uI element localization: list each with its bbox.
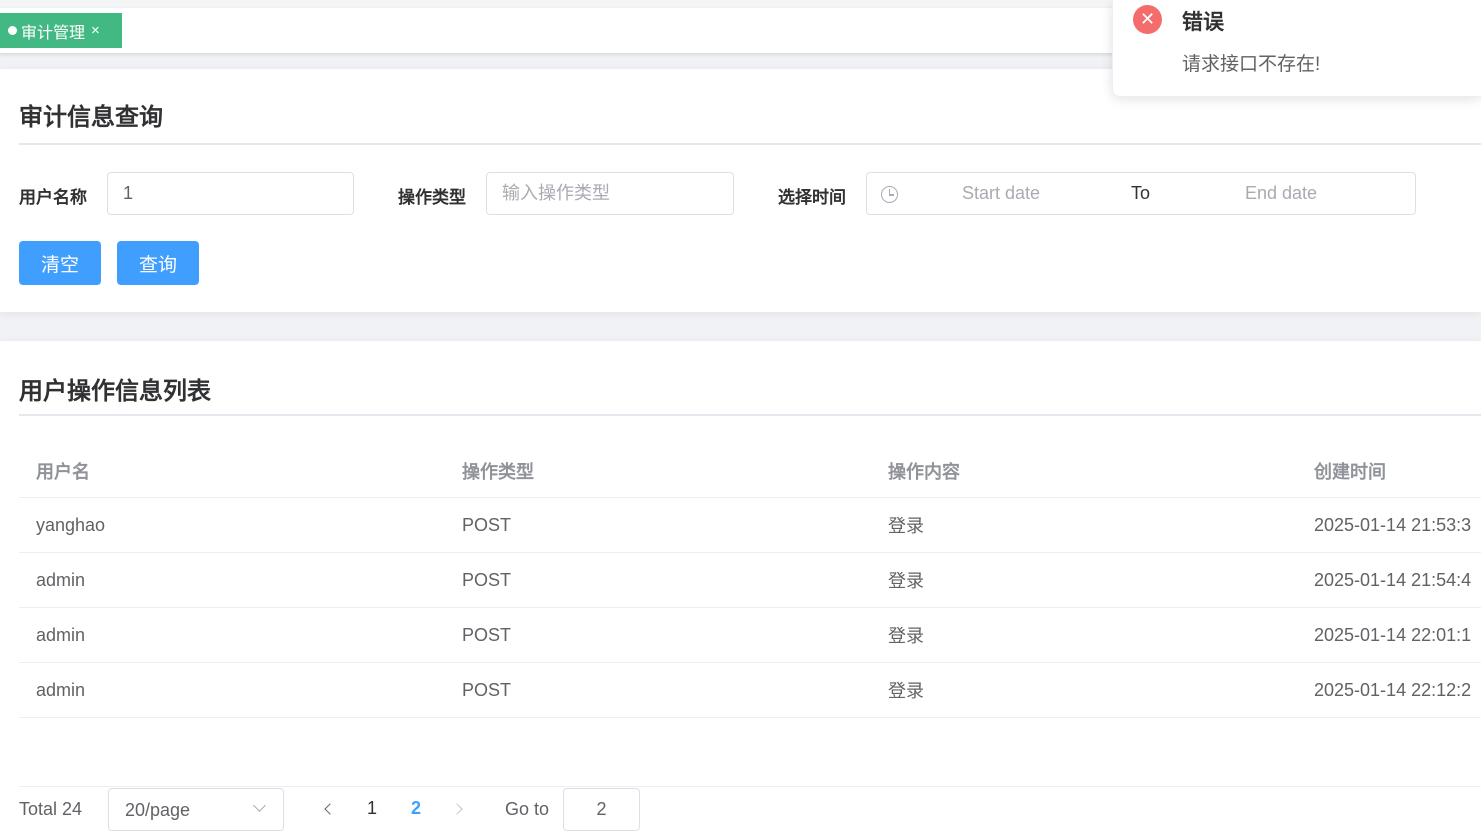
cell-optype: POST: [462, 569, 512, 590]
operation-table: 用户名 操作类型 操作内容 创建时间 yanghao POST 登录 2025-…: [19, 444, 1481, 718]
cell-optype: POST: [462, 514, 512, 535]
list-card: 用户操作信息列表 用户名 操作类型 操作内容 创建时间 yanghao POST…: [0, 340, 1481, 836]
optype-label: 操作类型: [398, 188, 466, 207]
column-header-optype[interactable]: 操作类型: [462, 444, 862, 497]
cell-optype: POST: [462, 679, 512, 700]
cell-username: yanghao: [36, 514, 106, 535]
table-row[interactable]: yanghao POST 登录 2025-01-14 21:53:3: [19, 498, 1481, 553]
cell-content: 登录: [888, 571, 924, 591]
prev-page-button[interactable]: [318, 791, 338, 827]
cell-created-time: 2025-01-14 22:01:1: [1314, 624, 1472, 645]
cell-username: admin: [36, 569, 86, 590]
table-header-row: 用户名 操作类型 操作内容 创建时间: [19, 444, 1481, 498]
cell-content: 登录: [888, 516, 924, 536]
column-header-username[interactable]: 用户名: [36, 444, 436, 497]
cell-username: admin: [36, 624, 86, 645]
end-date-input[interactable]: [1187, 173, 1375, 214]
next-page-button[interactable]: [450, 791, 470, 827]
search-card-divider: [19, 143, 1481, 145]
cell-optype: POST: [462, 624, 512, 645]
tag-audit-management[interactable]: 审计管理 ×: [0, 13, 122, 48]
page-number-2[interactable]: 2: [411, 798, 421, 819]
table-row[interactable]: admin POST 登录 2025-01-14 21:54:4: [19, 553, 1481, 608]
close-icon[interactable]: ×: [91, 23, 100, 38]
cell-created-time: 2025-01-14 21:54:4: [1314, 569, 1472, 590]
column-header-content[interactable]: 操作内容: [888, 444, 1288, 497]
query-button[interactable]: 查询: [117, 241, 199, 285]
error-icon: ✕: [1133, 5, 1162, 34]
active-dot-icon: [8, 26, 17, 35]
page-number-1[interactable]: 1: [367, 798, 377, 819]
cell-content: 登录: [888, 626, 924, 646]
time-label: 选择时间: [778, 188, 846, 207]
chevron-right-icon: [451, 803, 463, 815]
list-card-divider: [19, 414, 1481, 416]
list-card-title: 用户操作信息列表: [19, 378, 211, 405]
cell-content: 登录: [888, 681, 924, 701]
pagination-divider: [19, 786, 1481, 787]
search-card-title: 审计信息查询: [19, 104, 163, 131]
date-range-picker[interactable]: To: [866, 172, 1416, 215]
optype-input[interactable]: [486, 172, 734, 215]
goto-page-input[interactable]: [563, 788, 640, 831]
chevron-down-icon: [253, 799, 266, 812]
search-card: 审计信息查询 用户名称 操作类型 选择时间 To 清空 查询: [0, 68, 1481, 312]
table-row[interactable]: admin POST 登录 2025-01-14 22:12:2: [19, 663, 1481, 718]
page-size-value: 20/page: [125, 800, 191, 820]
username-input[interactable]: [107, 172, 354, 215]
column-header-created-time[interactable]: 创建时间: [1314, 444, 1481, 497]
range-separator: To: [1131, 183, 1151, 203]
username-label: 用户名称: [19, 188, 87, 207]
clock-icon: [881, 186, 898, 203]
notification-title: 错误: [1182, 11, 1224, 34]
cell-username: admin: [36, 679, 86, 700]
cell-created-time: 2025-01-14 21:53:3: [1314, 514, 1472, 535]
page-size-select[interactable]: 20/page: [108, 788, 284, 831]
cell-created-time: 2025-01-14 22:12:2: [1314, 679, 1472, 700]
chevron-left-icon: [324, 803, 336, 815]
tag-label: 审计管理: [21, 24, 86, 42]
goto-label: Go to: [505, 799, 550, 819]
table-row[interactable]: admin POST 登录 2025-01-14 22:01:1: [19, 608, 1481, 663]
clear-button[interactable]: 清空: [19, 241, 101, 285]
pagination-total: Total 24: [19, 799, 83, 819]
notification-message: 请求接口不存在!: [1182, 54, 1321, 75]
error-notification: ✕ 错误 请求接口不存在!: [1112, 0, 1481, 97]
start-date-input[interactable]: [907, 173, 1095, 214]
